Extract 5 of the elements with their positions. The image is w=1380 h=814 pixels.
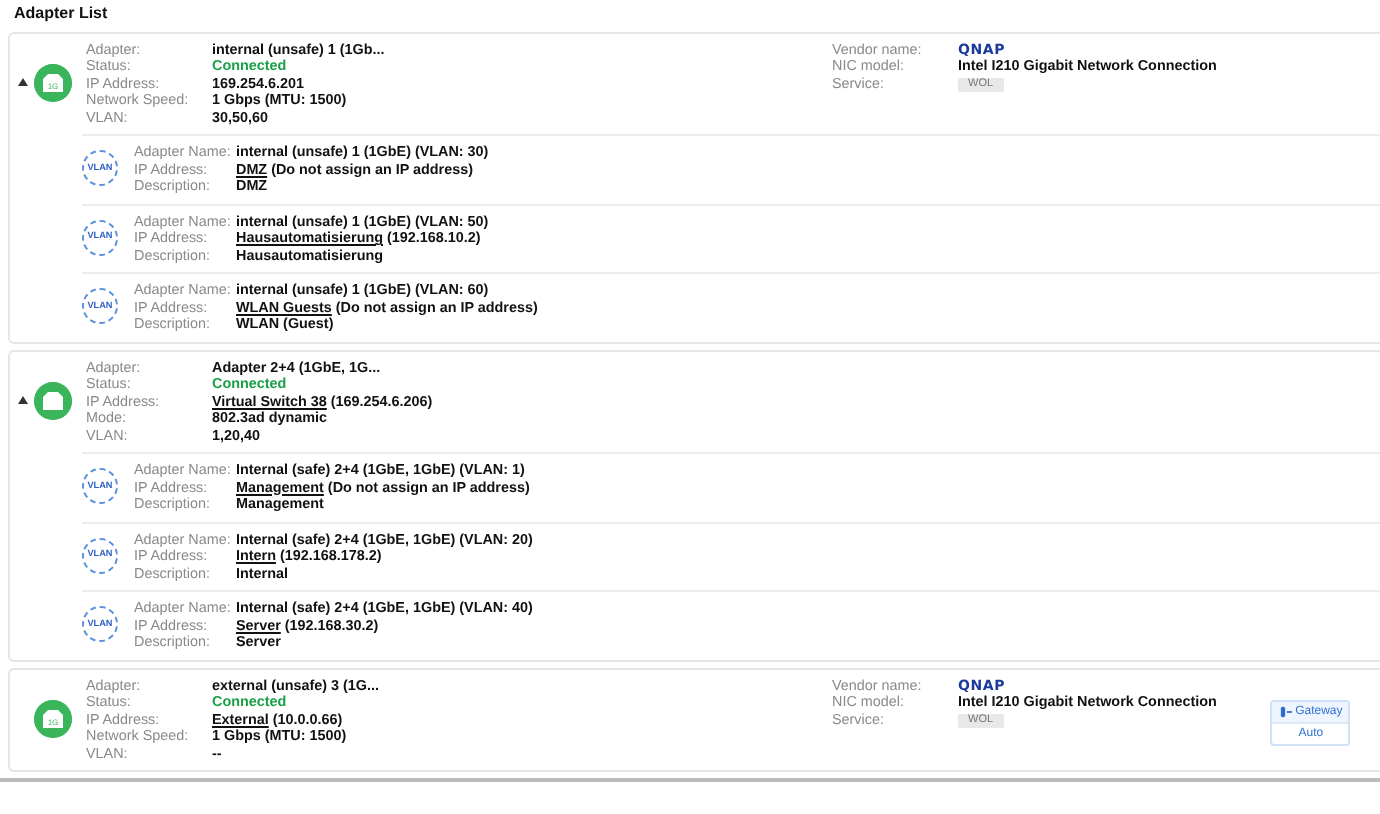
collapse-caret-icon[interactable]: [17, 77, 27, 85]
network-port-icon: [34, 381, 72, 419]
collapse-caret-icon[interactable]: [17, 395, 27, 403]
gateway-icon: [1279, 705, 1292, 717]
section-title: Adapter List: [14, 6, 110, 23]
